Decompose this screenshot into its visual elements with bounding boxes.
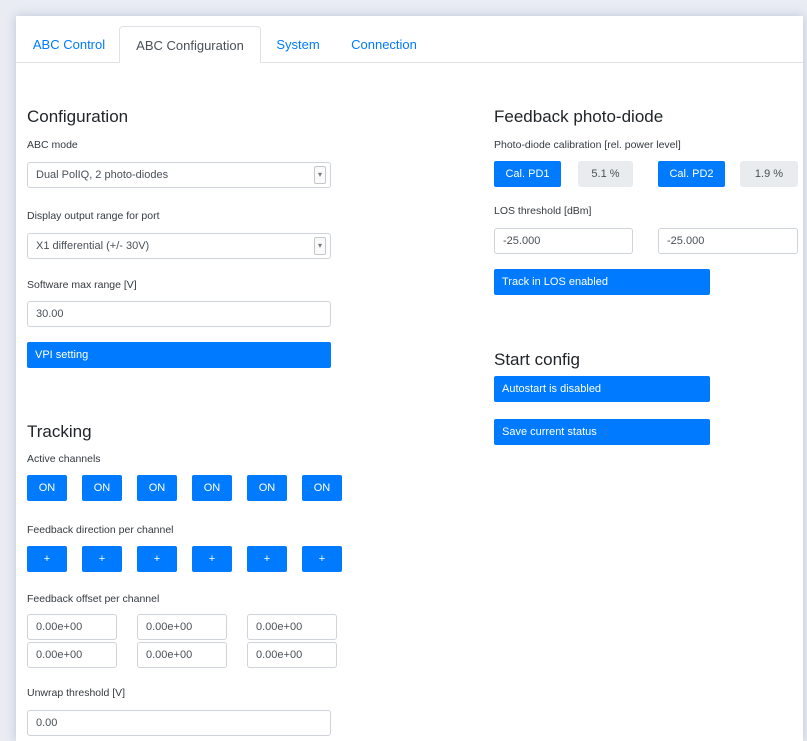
offset-label: Feedback offset per channel (27, 593, 160, 605)
display-range-label: Display output range for port (27, 210, 160, 222)
los-threshold-label: LOS threshold [dBm] (494, 205, 592, 217)
cal-pd1-button[interactable]: Cal. PD1 (494, 161, 561, 187)
offset-1-input[interactable]: 0.00e+00 (27, 614, 117, 640)
direction-2-button[interactable]: + (82, 546, 122, 572)
sw-max-range-input[interactable]: 30.00 (27, 301, 331, 327)
tracking-heading: Tracking (27, 422, 92, 441)
channel-2-toggle[interactable]: ON (82, 475, 122, 501)
offset-5-input[interactable]: 0.00e+00 (137, 642, 227, 668)
sw-max-range-label: Software max range [V] (27, 279, 137, 291)
tab-connection[interactable]: Connection (338, 26, 430, 62)
calibration-label: Photo-diode calibration [rel. power leve… (494, 139, 681, 151)
tab-system[interactable]: System (265, 26, 331, 62)
autostart-button[interactable]: Autostart is disabled (494, 376, 710, 402)
channel-3-toggle[interactable]: ON (137, 475, 177, 501)
pd1-value: 5.1 % (578, 161, 633, 187)
main-panel: ABC Control ABC Configuration System Con… (16, 16, 803, 741)
channel-4-toggle[interactable]: ON (192, 475, 232, 501)
direction-5-button[interactable]: + (247, 546, 287, 572)
save-current-status-button[interactable]: Save current status (494, 419, 710, 445)
abc-mode-select[interactable]: Dual PolIQ, 2 photo-diodes ▾ (27, 162, 331, 188)
active-channels-label: Active channels (27, 453, 101, 465)
channel-6-toggle[interactable]: ON (302, 475, 342, 501)
feedback-heading: Feedback photo-diode (494, 107, 664, 126)
track-in-los-button[interactable]: Track in LOS enabled (494, 269, 710, 295)
chevron-down-icon: ▾ (314, 166, 326, 184)
direction-label: Feedback direction per channel (27, 524, 174, 536)
configuration-heading: Configuration (27, 107, 129, 126)
abc-mode-label: ABC mode (27, 139, 78, 151)
channel-1-toggle[interactable]: ON (27, 475, 67, 501)
vpi-setting-button[interactable]: VPI setting (27, 342, 331, 368)
direction-4-button[interactable]: + (192, 546, 232, 572)
cal-pd2-button[interactable]: Cal. PD2 (658, 161, 725, 187)
start-config-heading: Start config (494, 350, 580, 369)
los-threshold-1-input[interactable]: -25.000 (494, 228, 633, 254)
direction-6-button[interactable]: + (302, 546, 342, 572)
los-threshold-2-input[interactable]: -25.000 (658, 228, 798, 254)
display-range-select[interactable]: X1 differential (+/- 30V) ▾ (27, 233, 331, 259)
direction-3-button[interactable]: + (137, 546, 177, 572)
tab-bar: ABC Control ABC Configuration System Con… (16, 26, 803, 63)
channel-5-toggle[interactable]: ON (247, 475, 287, 501)
direction-1-button[interactable]: + (27, 546, 67, 572)
offset-2-input[interactable]: 0.00e+00 (137, 614, 227, 640)
unwrap-label: Unwrap threshold [V] (27, 687, 126, 699)
offset-3-input[interactable]: 0.00e+00 (247, 614, 337, 640)
pd2-value: 1.9 % (740, 161, 798, 187)
offset-4-input[interactable]: 0.00e+00 (27, 642, 117, 668)
tab-abc-control[interactable]: ABC Control (22, 26, 116, 62)
offset-6-input[interactable]: 0.00e+00 (247, 642, 337, 668)
display-range-value: X1 differential (+/- 30V) (36, 240, 150, 252)
chevron-down-icon: ▾ (314, 237, 326, 255)
abc-mode-value: Dual PolIQ, 2 photo-diodes (36, 169, 169, 181)
tab-abc-configuration[interactable]: ABC Configuration (119, 26, 261, 63)
unwrap-threshold-input[interactable]: 0.00 (27, 710, 331, 736)
